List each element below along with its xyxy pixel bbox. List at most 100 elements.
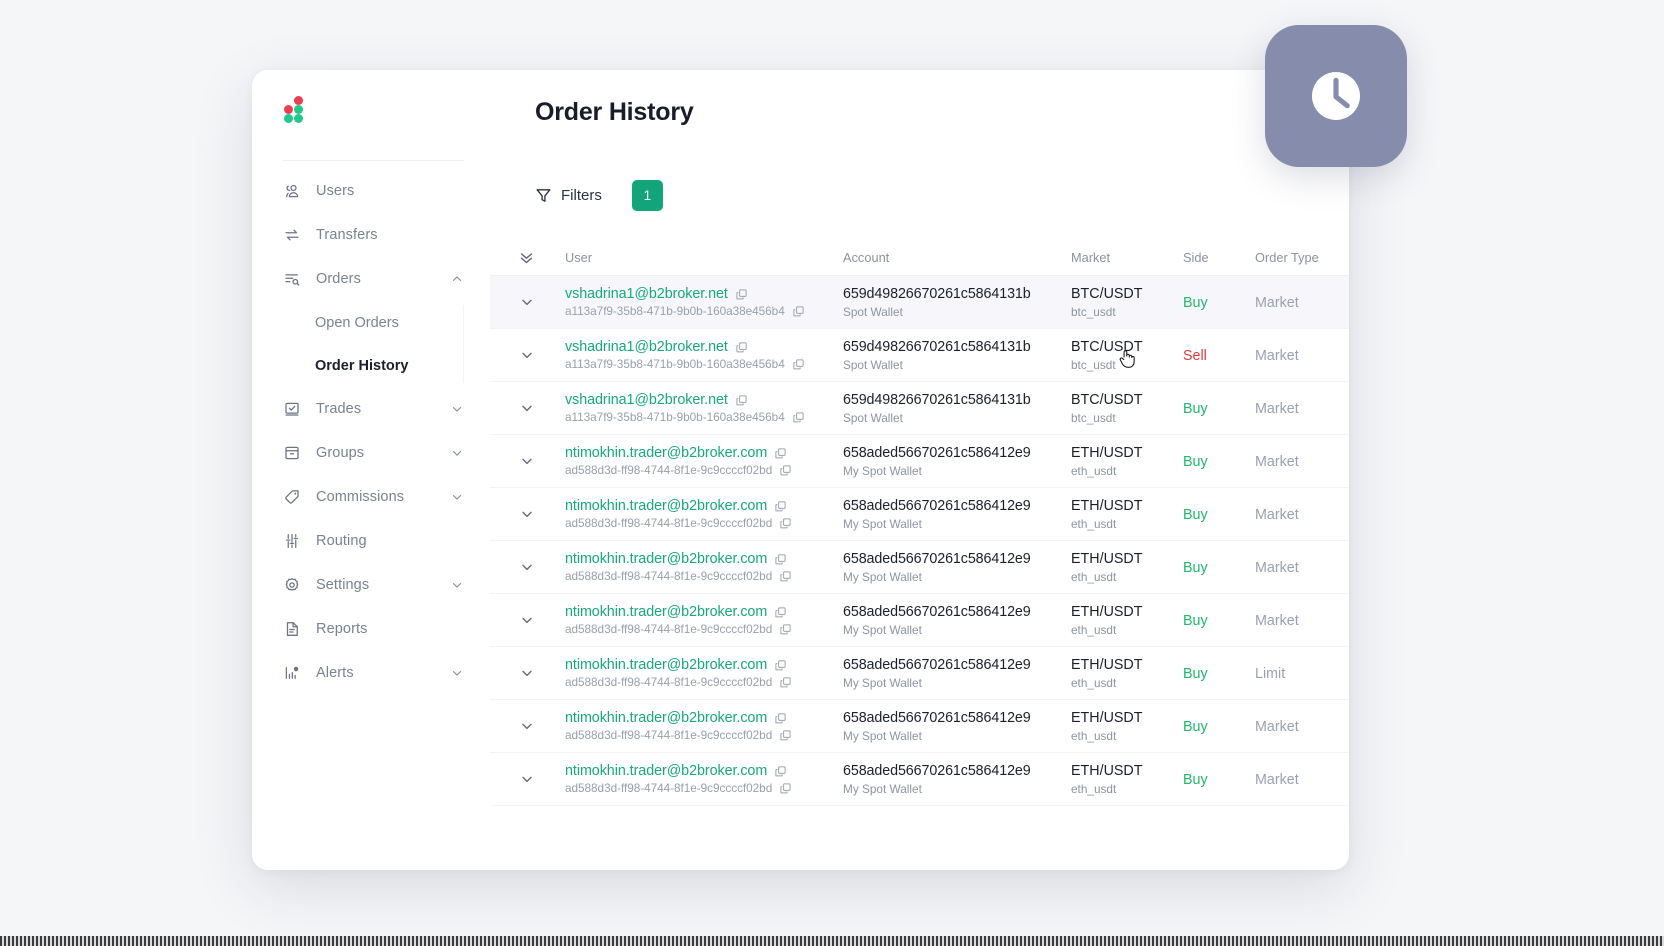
col-header-user[interactable]: User — [563, 250, 843, 265]
table-row[interactable]: ntimokhin.trader@b2broker.com ad588d3d-ff… — [490, 488, 1349, 541]
table-row[interactable]: ntimokhin.trader@b2broker.com ad588d3d-ff… — [490, 647, 1349, 700]
market-pair: ETH/USDT — [1071, 444, 1143, 461]
side-value: Buy — [1183, 400, 1208, 417]
col-header-account[interactable]: Account — [843, 250, 1071, 265]
row-expand-button[interactable] — [490, 771, 563, 787]
chevron-down-icon[interactable] — [450, 490, 464, 504]
user-email[interactable]: ntimokhin.trader@b2broker.com — [565, 710, 767, 726]
account-name: My Spot Wallet — [843, 675, 922, 690]
user-email[interactable]: ntimokhin.trader@b2broker.com — [565, 551, 767, 567]
copy-icon[interactable] — [735, 341, 748, 354]
user-email[interactable]: vshadrina1@b2broker.net — [565, 392, 728, 408]
copy-icon[interactable] — [735, 394, 748, 407]
chevron-down-icon[interactable] — [450, 446, 464, 460]
side-value: Buy — [1183, 294, 1208, 311]
row-expand-button[interactable] — [490, 347, 563, 363]
gear-icon — [282, 575, 302, 595]
sidebar-item-transfers[interactable]: Transfers — [252, 213, 490, 257]
user-email[interactable]: ntimokhin.trader@b2broker.com — [565, 498, 767, 514]
account-name: Spot Wallet — [843, 304, 903, 319]
cell-market: ETH/USDT eth_usdt — [1071, 445, 1183, 478]
user-email[interactable]: ntimokhin.trader@b2broker.com — [565, 604, 767, 620]
copy-icon[interactable] — [774, 659, 787, 672]
chevron-down-icon[interactable] — [450, 402, 464, 416]
col-header-market[interactable]: Market — [1071, 250, 1183, 265]
sidebar-item-groups[interactable]: Groups — [252, 431, 490, 475]
copy-icon[interactable] — [779, 729, 792, 742]
col-header-side[interactable]: Side — [1183, 250, 1255, 265]
order-type-value: Market — [1255, 400, 1299, 417]
row-expand-button[interactable] — [490, 506, 563, 522]
table-row[interactable]: ntimokhin.trader@b2broker.com ad588d3d-ff… — [490, 435, 1349, 488]
table-row[interactable]: vshadrina1@b2broker.net a113a7f9-35b8-471… — [490, 382, 1349, 435]
sidebar-nav: Users Transfers Orders Open Orders Order His… — [252, 161, 490, 695]
sidebar-subitem-order-history[interactable]: Order History — [252, 344, 490, 387]
copy-icon[interactable] — [735, 288, 748, 301]
expand-all-button[interactable] — [490, 249, 563, 266]
copy-icon[interactable] — [779, 782, 792, 795]
copy-icon[interactable] — [774, 500, 787, 513]
user-email[interactable]: ntimokhin.trader@b2broker.com — [565, 763, 767, 779]
copy-icon[interactable] — [774, 447, 787, 460]
sidebar-item-users[interactable]: Users — [252, 169, 490, 213]
user-email[interactable]: vshadrina1@b2broker.net — [565, 286, 728, 302]
cell-side: Buy — [1183, 400, 1255, 417]
row-expand-button[interactable] — [490, 294, 563, 310]
col-header-order-type[interactable]: Order Type — [1255, 250, 1349, 265]
market-symbol: eth_usdt — [1071, 463, 1117, 478]
chevron-down-icon[interactable] — [450, 666, 464, 680]
copy-icon[interactable] — [774, 765, 787, 778]
table-row[interactable]: ntimokhin.trader@b2broker.com ad588d3d-ff… — [490, 700, 1349, 753]
copy-icon[interactable] — [774, 712, 787, 725]
table-row[interactable]: ntimokhin.trader@b2broker.com ad588d3d-ff… — [490, 541, 1349, 594]
row-expand-button[interactable] — [490, 665, 563, 681]
copy-icon[interactable] — [792, 305, 805, 318]
copy-icon[interactable] — [779, 570, 792, 583]
user-email[interactable]: vshadrina1@b2broker.net — [565, 339, 728, 355]
copy-icon[interactable] — [792, 358, 805, 371]
table-row[interactable]: vshadrina1@b2broker.net a113a7f9-35b8-471… — [490, 276, 1349, 329]
row-expand-button[interactable] — [490, 718, 563, 734]
cell-market: BTC/USDT btc_usdt — [1071, 286, 1183, 319]
chevron-down-icon[interactable] — [450, 578, 464, 592]
table-bottom-fade — [490, 796, 1349, 870]
user-email[interactable]: ntimokhin.trader@b2broker.com — [565, 657, 767, 673]
filters-button[interactable]: Filters — [535, 187, 602, 204]
copy-icon[interactable] — [774, 606, 787, 619]
sidebar-item-orders[interactable]: Orders — [252, 257, 490, 301]
copy-icon[interactable] — [774, 553, 787, 566]
transfers-icon — [282, 225, 302, 245]
cell-user: ntimokhin.trader@b2broker.com ad588d3d-ff… — [563, 498, 843, 530]
tag-icon — [282, 487, 302, 507]
user-uuid: ad588d3d-ff98-4744-8f1e-9c9ccccf02bd — [565, 463, 773, 477]
account-name: Spot Wallet — [843, 357, 903, 372]
row-expand-button[interactable] — [490, 453, 563, 469]
account-id: 658aded56670261c586412e9 — [843, 762, 1031, 779]
chevron-down-icon[interactable] — [450, 272, 464, 286]
sidebar-item-routing[interactable]: Routing — [252, 519, 490, 563]
sidebar-item-reports[interactable]: Reports — [252, 607, 490, 651]
row-expand-button[interactable] — [490, 612, 563, 628]
sidebar-subitem-open-orders[interactable]: Open Orders — [252, 301, 490, 344]
copy-icon[interactable] — [779, 517, 792, 530]
table-row[interactable]: ntimokhin.trader@b2broker.com ad588d3d-ff… — [490, 594, 1349, 647]
sidebar-item-commissions[interactable]: Commissions — [252, 475, 490, 519]
cell-market: ETH/USDT eth_usdt — [1071, 763, 1183, 796]
copy-icon[interactable] — [779, 464, 792, 477]
sidebar-item-trades[interactable]: Trades — [252, 387, 490, 431]
sidebar-item-alerts[interactable]: Alerts — [252, 651, 490, 695]
user-email[interactable]: ntimokhin.trader@b2broker.com — [565, 445, 767, 461]
copy-icon[interactable] — [792, 411, 805, 424]
row-expand-button[interactable] — [490, 559, 563, 575]
row-expand-button[interactable] — [490, 400, 563, 416]
sidebar-item-settings[interactable]: Settings — [252, 563, 490, 607]
double-chevron-down-icon — [518, 249, 535, 266]
table-row[interactable]: vshadrina1@b2broker.net a113a7f9-35b8-471… — [490, 329, 1349, 382]
table-row[interactable]: ntimokhin.trader@b2broker.com ad588d3d-ff… — [490, 753, 1349, 806]
filters-count-badge[interactable]: 1 — [631, 180, 663, 211]
copy-icon[interactable] — [779, 623, 792, 636]
b2broker-logo[interactable] — [284, 96, 308, 123]
order-type-value: Market — [1255, 347, 1299, 364]
cell-account: 659d49826670261c5864131b Spot Wallet — [843, 339, 1071, 372]
copy-icon[interactable] — [779, 676, 792, 689]
